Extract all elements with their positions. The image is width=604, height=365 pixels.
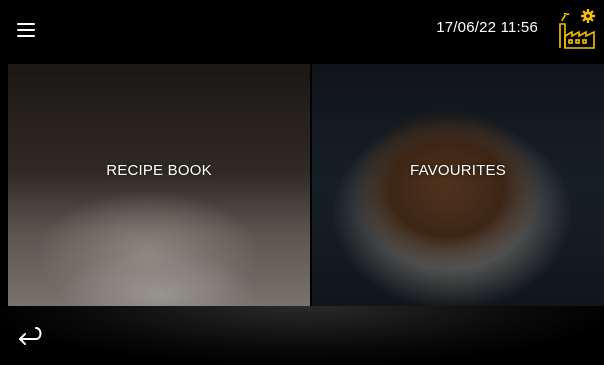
hamburger-menu-icon <box>17 23 35 25</box>
menu-button[interactable] <box>8 12 44 46</box>
return-arrow-icon <box>19 327 42 345</box>
factory-icon <box>559 9 595 49</box>
top-bar: 17/06/22 11:56 <box>0 0 604 60</box>
favourites-tile[interactable]: FAVOURITES <box>312 64 604 306</box>
back-button[interactable] <box>12 322 46 352</box>
favourites-label: FAVOURITES <box>410 162 506 179</box>
bottom-bar <box>0 306 604 365</box>
recipe-book-tile[interactable]: RECIPE BOOK <box>8 64 310 306</box>
recipe-book-label: RECIPE BOOK <box>106 162 212 179</box>
datetime-display: 17/06/22 11:56 <box>436 19 538 36</box>
factory-settings-button[interactable] <box>554 6 600 50</box>
